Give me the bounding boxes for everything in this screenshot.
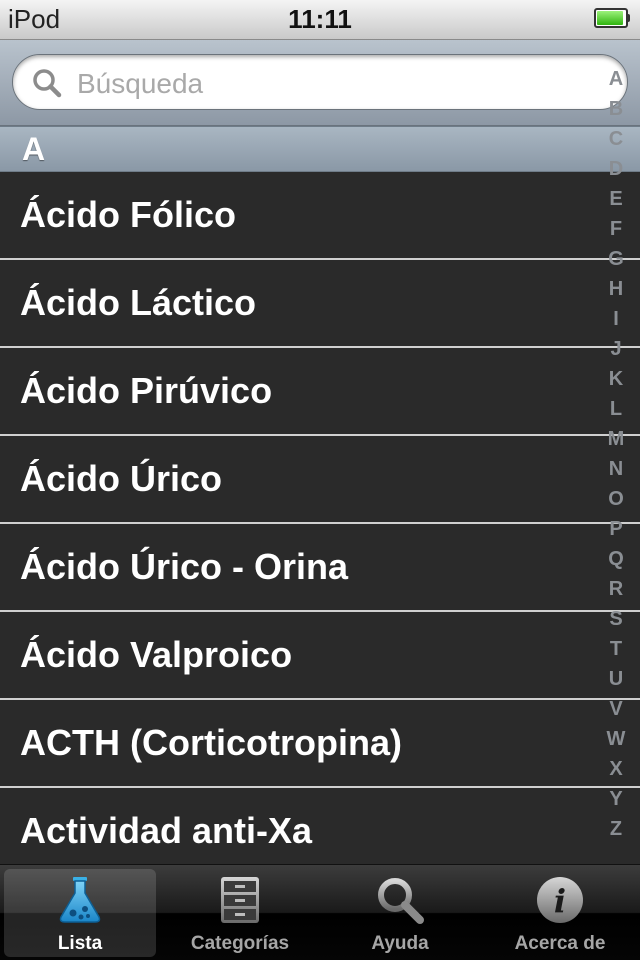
index-letter[interactable]: G — [602, 244, 630, 274]
index-letter[interactable]: T — [602, 634, 630, 664]
search-field[interactable] — [12, 54, 628, 110]
list-item-label: Actividad anti-Xa — [20, 810, 313, 851]
index-letter[interactable]: E — [602, 184, 630, 214]
section-header: A — [0, 126, 640, 172]
list-item-label: Ácido Fólico — [20, 194, 236, 235]
list-item-label: Ácido Láctico — [20, 282, 257, 323]
list-item-label: Ácido Pirúvico — [20, 370, 273, 411]
index-letter[interactable]: U — [602, 664, 630, 694]
index-letter[interactable]: K — [602, 364, 630, 394]
index-letter[interactable]: H — [602, 274, 630, 304]
tab-label: Ayuda — [371, 933, 429, 954]
index-letter[interactable]: S — [602, 604, 630, 634]
svg-text:i: i — [554, 882, 566, 920]
index-letter[interactable]: Y — [602, 784, 630, 814]
search-icon — [33, 69, 62, 98]
list-item-label: Ácido Valproico — [20, 634, 293, 675]
list-item[interactable]: Ácido Fólico — [0, 172, 640, 260]
search-bar — [0, 40, 640, 126]
index-letter[interactable]: Q — [602, 544, 630, 574]
index-letter[interactable]: V — [602, 694, 630, 724]
list-item[interactable]: Ácido Pirúvico — [0, 348, 640, 436]
list-item-label: Ácido Úrico - Orina — [20, 546, 349, 587]
test-list: Ácido Fólico Ácido Láctico Ácido Pirúvic… — [0, 172, 640, 864]
status-time: 11:11 — [288, 4, 352, 34]
list-item[interactable]: Ácido Valproico — [0, 612, 640, 700]
index-letter[interactable]: A — [602, 64, 630, 94]
index-letter[interactable]: R — [602, 574, 630, 604]
tab-categorias[interactable]: Categorías — [164, 869, 316, 957]
index-letter[interactable]: P — [602, 514, 630, 544]
tab-ayuda[interactable]: Ayuda — [324, 869, 476, 957]
index-letter[interactable]: Z — [602, 814, 630, 844]
index-letter[interactable]: J — [602, 334, 630, 364]
list-item-label: Ácido Úrico — [20, 458, 223, 499]
magnifier-icon — [378, 878, 424, 924]
cabinet-icon — [221, 877, 259, 923]
tab-label: Lista — [57, 933, 103, 954]
index-letter[interactable]: L — [602, 394, 630, 424]
section-letter: A — [22, 131, 46, 167]
list-item[interactable]: Ácido Úrico - Orina — [0, 524, 640, 612]
battery-icon — [594, 8, 630, 28]
status-bar: iPod 11:11 — [0, 0, 640, 40]
index-letter[interactable]: F — [602, 214, 630, 244]
index-letter[interactable]: I — [602, 304, 630, 334]
list-item[interactable]: Ácido Úrico — [0, 436, 640, 524]
index-letter[interactable]: B — [602, 94, 630, 124]
tab-label: Categorías — [190, 933, 290, 954]
index-letter[interactable]: X — [602, 754, 630, 784]
index-letter[interactable]: O — [602, 484, 630, 514]
tab-lista[interactable]: Lista — [4, 869, 156, 957]
list-item[interactable]: Actividad anti-Xa — [0, 788, 640, 864]
tab-label: Acerca de — [514, 933, 606, 954]
list-item-label: ACTH (Corticotropina) — [20, 722, 402, 763]
search-input[interactable] — [75, 63, 579, 105]
index-letter[interactable]: N — [602, 454, 630, 484]
index-letter[interactable]: M — [602, 424, 630, 454]
index-letter[interactable]: W — [602, 724, 630, 754]
list-item[interactable]: ACTH (Corticotropina) — [0, 700, 640, 788]
tab-bar: Lista Categorías Ayuda i Acerca de — [0, 864, 640, 960]
alphabet-index[interactable]: A B C D E F G H I J K L M N O P Q R S T … — [602, 64, 630, 844]
flask-icon — [59, 877, 101, 923]
tab-acerca-de[interactable]: i Acerca de — [484, 869, 636, 957]
index-letter[interactable]: D — [602, 154, 630, 184]
list-item[interactable]: Ácido Láctico — [0, 260, 640, 348]
info-icon: i — [537, 877, 583, 923]
index-letter[interactable]: C — [602, 124, 630, 154]
